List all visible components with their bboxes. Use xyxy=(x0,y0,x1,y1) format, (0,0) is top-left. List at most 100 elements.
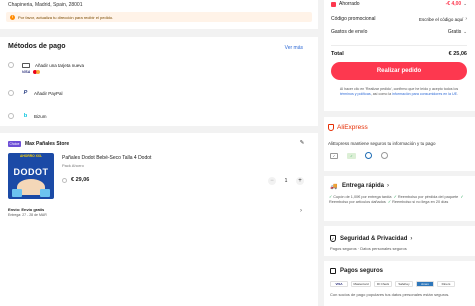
address-warning-text: Por favor, actualiza tu dirección para r… xyxy=(18,14,114,20)
security-subtitle: Pagos seguros · Datos personales seguros xyxy=(330,246,407,251)
payment-method-card[interactable]: Añadir una tarjeta nueva xyxy=(8,62,84,68)
savings-icon xyxy=(331,1,336,7)
security-header[interactable]: ✓ Seguridad & Privacidad › xyxy=(330,235,412,242)
product-price: € 29,06 xyxy=(71,177,90,183)
security-title: Seguridad & Privacidad xyxy=(340,235,408,242)
savings-label: Ahorrado xyxy=(339,1,360,7)
store-card: Choice Max Pañales Store ✎ AHORRO XXL DO… xyxy=(0,133,318,306)
shield-icon xyxy=(328,124,334,131)
aliexpress-logo: AliExpress xyxy=(337,124,368,131)
secure-payments-subtitle: Con socios de pago populares tus datos p… xyxy=(330,292,450,297)
mastercard-logo: Mastercard xyxy=(351,281,371,287)
increase-button[interactable]: + xyxy=(296,177,304,185)
lock-icon xyxy=(330,268,336,274)
bizum-icon: b xyxy=(23,113,28,119)
payment-radio[interactable] xyxy=(8,113,14,119)
store-name: Max Pañales Store xyxy=(24,141,70,147)
summary-divider xyxy=(331,45,467,46)
address-warning: ! Por favor, actualiza tu dirección para… xyxy=(6,12,312,22)
total-label: Total xyxy=(331,51,344,57)
eu-info-link[interactable]: información para consumidores en la UE xyxy=(392,92,457,96)
payment-method-label: Añadir PayPal xyxy=(34,90,63,96)
list-item: ✓ Cupón de 1,00€ por entrega tardía xyxy=(329,195,392,199)
chevron-right-icon: › xyxy=(465,16,467,22)
see-more-link[interactable]: Ver más xyxy=(285,45,303,51)
trust-divider xyxy=(324,221,475,226)
list-item: ✓ Reembolso por pérdida del paquete xyxy=(393,195,459,199)
trust-card: AliExpress AliExpress mantiene seguros t… xyxy=(324,117,475,306)
shipping-cost-label: Gastos de envío xyxy=(331,29,368,35)
total-row: Total € 25,06 xyxy=(331,51,467,57)
payment-radio[interactable] xyxy=(8,90,14,96)
paypal-icon: P xyxy=(23,90,28,96)
delivery-info: Entrega: 27 - 28 de MAR xyxy=(8,213,47,217)
address-card: Chapineria, Madrid, Spain, 28001 ! Por f… xyxy=(0,0,318,29)
quantity-stepper: − 1 + xyxy=(268,177,304,185)
certification-badge: ✓ xyxy=(347,152,356,159)
store-header: Choice Max Pañales Store xyxy=(8,141,69,147)
place-order-button[interactable]: Realizar pedido xyxy=(331,62,467,80)
trust-divider xyxy=(324,171,475,176)
chevron-right-icon[interactable]: › xyxy=(298,208,304,214)
shipping-info: Envío: Envío gratis xyxy=(8,207,45,212)
terms-link[interactable]: términos y políticas xyxy=(340,92,371,96)
order-summary-card: Ahorrado -€ 4,00 ⌄ Código promocional Esc… xyxy=(324,0,475,111)
chevron-down-icon[interactable]: ⌄ xyxy=(463,29,467,35)
product-price-row: € 29,06 xyxy=(62,177,89,183)
amex-logo: Amex xyxy=(416,281,434,287)
legal-text: Al hacer clic en 'Realizar pedido', conf… xyxy=(339,87,459,96)
list-item: ✓ Reembolso si no llega en 20 días xyxy=(387,200,449,205)
product-select-radio[interactable] xyxy=(62,177,67,183)
decrease-button[interactable]: − xyxy=(268,177,276,185)
visa-logo: VISA xyxy=(330,281,348,287)
payment-methods-card: Métodos de pago Ver más Añadir una tarje… xyxy=(0,37,318,126)
payment-method-bizum[interactable]: b Bizum xyxy=(8,113,47,119)
fast-delivery-title: Entrega rápida xyxy=(342,183,385,189)
shipping-cost-row: Gastos de envío Gratis ⌄ xyxy=(331,29,467,35)
certification-badges: ✓ ✓ xyxy=(330,152,388,159)
trust-subtitle: AliExpress mantiene seguros tu informaci… xyxy=(328,141,436,146)
certification-badge xyxy=(381,152,388,159)
safekey-logo: SafeKey xyxy=(395,281,413,287)
choice-badge: Choice xyxy=(8,141,21,147)
payment-methods-title: Métodos de pago xyxy=(8,43,66,50)
visa-logo: VISA xyxy=(22,70,31,74)
product-image: AHORRO XXL DODOT xyxy=(8,153,54,199)
product-image-brand: DODOT xyxy=(13,167,49,177)
certification-badge: ✓ xyxy=(330,152,338,159)
payment-radio[interactable] xyxy=(8,62,14,68)
payment-method-label: Añadir una tarjeta nueva xyxy=(35,62,85,68)
edit-icon[interactable]: ✎ xyxy=(299,140,305,146)
fast-delivery-header[interactable]: 🚚 Entrega rápida › xyxy=(330,183,390,190)
trust-divider xyxy=(324,256,475,261)
product-image-caption: AHORRO XXL xyxy=(20,154,42,158)
payment-method-paypal[interactable]: P Añadir PayPal xyxy=(8,90,63,96)
total-value: € 25,06 xyxy=(448,51,467,57)
chevron-down-icon[interactable]: ⌄ xyxy=(463,1,467,7)
diners-logo: Diners xyxy=(437,281,455,287)
promo-code-row[interactable]: Código promocional Escribe el código aqu… xyxy=(331,16,467,22)
payment-logos: VISA Mastercard ID Check SafeKey Amex Di… xyxy=(330,281,455,287)
savings-row: Ahorrado -€ 4,00 ⌄ xyxy=(331,1,467,7)
card-brand-logos: VISA xyxy=(22,70,41,74)
savings-value: -€ 4,00 xyxy=(445,1,462,7)
chevron-right-icon: › xyxy=(410,235,413,242)
warning-icon: ! xyxy=(10,14,15,20)
truck-icon: 🚚 xyxy=(330,183,338,190)
product-variant: Pack Ahorro xyxy=(62,163,84,168)
promo-label: Código promocional xyxy=(331,16,376,22)
chevron-right-icon: › xyxy=(387,183,390,189)
product-title[interactable]: Pañales Dodot Bebé-Seco Talla 4 Dodot xyxy=(62,155,151,161)
secure-payments-header: Pagos seguros xyxy=(330,268,383,274)
fast-delivery-items: ✓ Cupón de 1,00€ por entrega tardía ✓ Re… xyxy=(329,195,471,206)
address-line: Chapineria, Madrid, Spain, 28001 xyxy=(8,2,83,8)
payment-method-label: Bizum xyxy=(34,113,47,119)
id-check-logo: ID Check xyxy=(374,281,392,287)
aliexpress-brand: AliExpress xyxy=(328,124,368,131)
promo-input[interactable]: Escribe el código aquí xyxy=(419,17,463,22)
shield-check-icon: ✓ xyxy=(330,235,336,242)
place-order-label: Realizar pedido xyxy=(376,68,422,74)
credit-card-icon xyxy=(22,62,30,68)
mastercard-logo xyxy=(33,70,41,74)
quantity-value[interactable]: 1 xyxy=(276,178,296,184)
